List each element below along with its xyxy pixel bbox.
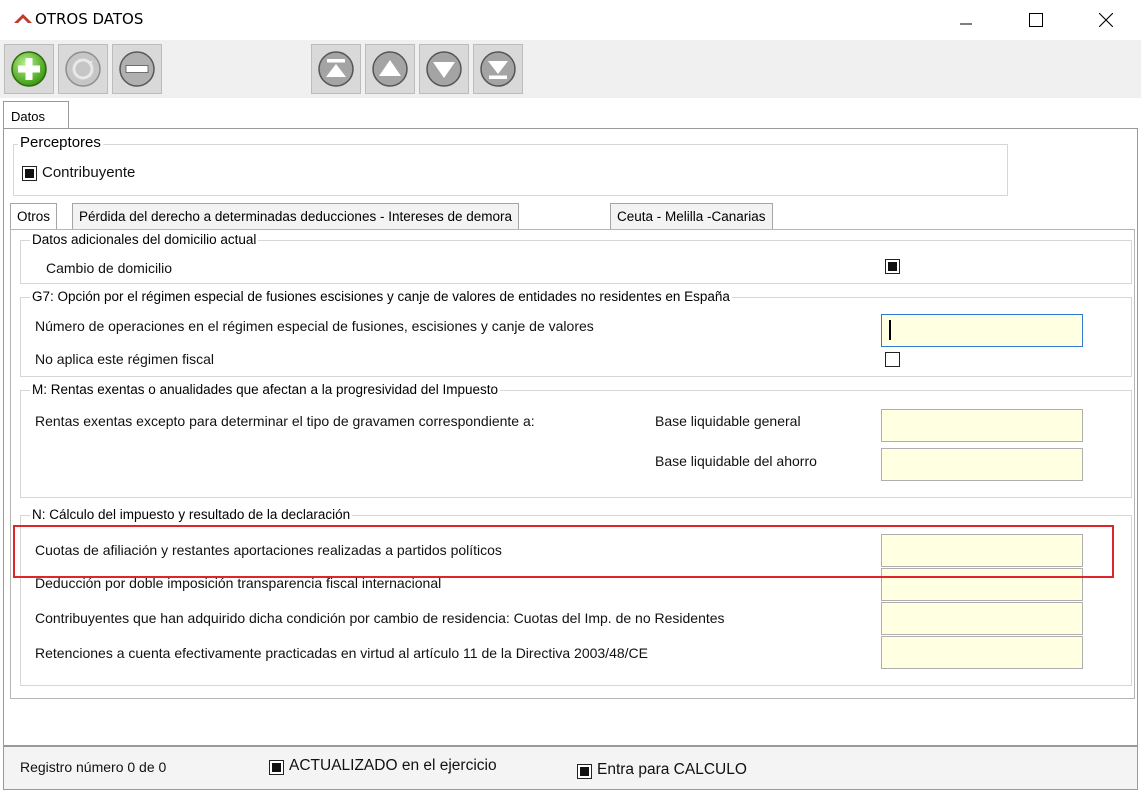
registro-label: Registro número 0 de 0	[20, 759, 167, 775]
num-operaciones-input[interactable]	[881, 314, 1083, 347]
last-record-icon	[480, 51, 516, 87]
previous-record-icon	[372, 51, 408, 87]
first-record-button[interactable]	[311, 44, 361, 94]
next-record-button[interactable]	[419, 44, 469, 94]
no-aplica-label: No aplica este régimen fiscal	[35, 351, 214, 367]
actualizado-checkbox[interactable]	[269, 760, 284, 775]
checkbox-mark	[272, 763, 281, 772]
minus-circle-icon	[119, 51, 155, 87]
base-general-input[interactable]	[881, 409, 1083, 442]
no-aplica-checkbox[interactable]	[885, 352, 900, 367]
domicilio-legend: Datos adicionales del domicilio actual	[30, 232, 259, 247]
title-bar: OTROS DATOS	[0, 0, 1141, 40]
m-group	[20, 390, 1132, 498]
num-operaciones-label: Número de operaciones en el régimen espe…	[35, 318, 594, 334]
refresh-circle-icon	[65, 51, 101, 87]
minimize-button[interactable]	[943, 0, 989, 40]
next-record-icon	[426, 51, 462, 87]
perceptores-group	[13, 144, 1008, 196]
plus-circle-icon	[11, 51, 47, 87]
retenciones-directiva-label: Retenciones a cuenta efectivamente pract…	[35, 645, 648, 661]
minimize-icon	[960, 23, 972, 25]
close-button[interactable]	[1083, 0, 1129, 40]
first-record-icon	[318, 51, 354, 87]
window-title: OTROS DATOS	[35, 10, 144, 28]
tab-perdida-derecho[interactable]: Pérdida del derecho a determinadas deduc…	[72, 203, 520, 230]
contribuyente-checkbox[interactable]	[22, 166, 37, 181]
tab-datos[interactable]: Datos	[3, 101, 69, 129]
n-legend: N: Cálculo del impuesto y resultado de l…	[30, 507, 353, 522]
cambio-domicilio-label: Cambio de domicilio	[46, 260, 173, 276]
checkbox-mark	[580, 767, 589, 776]
text-caret	[889, 320, 891, 340]
toolbar	[0, 40, 1141, 98]
add-button[interactable]	[4, 44, 54, 94]
retenciones-directiva-input[interactable]	[881, 636, 1083, 669]
tab-ceuta-melilla-canarias[interactable]: Ceuta - Melilla -Canarias	[610, 203, 773, 230]
m-legend: M: Rentas exentas o anualidades que afec…	[30, 382, 501, 397]
app-logo-icon	[14, 14, 32, 23]
remove-button[interactable]	[112, 44, 162, 94]
base-general-label: Base liquidable general	[655, 413, 801, 429]
last-record-button[interactable]	[473, 44, 523, 94]
contribuyente-label: Contribuyente	[42, 164, 136, 181]
rentas-exentas-label: Rentas exentas excepto para determinar e…	[35, 413, 535, 429]
actualizado-label: ACTUALIZADO en el ejercicio	[289, 757, 497, 774]
cambio-domicilio-checkbox[interactable]	[885, 259, 900, 274]
checkbox-mark	[25, 169, 34, 178]
previous-record-button[interactable]	[365, 44, 415, 94]
refresh-button[interactable]	[58, 44, 108, 94]
close-icon	[1099, 13, 1113, 27]
perceptores-legend: Perceptores	[18, 134, 103, 151]
cuotas-no-residentes-label: Contribuyentes que han adquirido dicha c…	[35, 610, 725, 626]
calculo-checkbox[interactable]	[577, 764, 592, 779]
cuotas-no-residentes-input[interactable]	[881, 602, 1083, 635]
maximize-icon	[1029, 13, 1043, 27]
tab-otros[interactable]: Otros	[10, 203, 58, 231]
checkbox-mark	[888, 262, 897, 271]
base-ahorro-input[interactable]	[881, 448, 1083, 481]
num-operaciones-wrapper	[881, 314, 1083, 347]
status-bar	[3, 746, 1138, 790]
g7-legend: G7: Opción por el régimen especial de fu…	[30, 289, 732, 304]
highlight-box	[13, 525, 1114, 578]
base-ahorro-label: Base liquidable del ahorro	[655, 453, 817, 469]
maximize-button[interactable]	[1013, 0, 1059, 40]
calculo-label: Entra para CALCULO	[597, 761, 747, 778]
